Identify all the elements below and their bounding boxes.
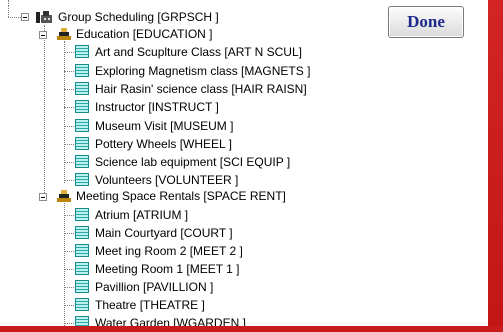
- tree-connector: [64, 233, 74, 234]
- tree-group-space-rentals[interactable]: Meeting Space Rentals [SPACE RENT]: [76, 188, 286, 204]
- tree-item[interactable]: Pottery Wheels [WHEEL ]: [95, 136, 232, 152]
- tree-item-label: Museum Visit [MUSEUM ]: [95, 119, 234, 133]
- tree-item[interactable]: Theatre [THEATRE ]: [95, 297, 205, 313]
- tree-item[interactable]: Museum Visit [MUSEUM ]: [95, 118, 233, 134]
- resource-icon: [75, 208, 89, 221]
- tree-item[interactable]: Pavillion [PAVILLION ]: [95, 279, 213, 295]
- tree-item[interactable]: Instructor [INSTRUCT ]: [95, 99, 219, 115]
- scheduling-tree-window: Group Scheduling [GRPSCH ] Education [ED…: [0, 0, 503, 332]
- root-collapse-toggle[interactable]: [21, 13, 29, 21]
- tree-connector: [64, 269, 74, 270]
- resource-icon: [75, 262, 89, 275]
- tree-connector: [64, 126, 74, 127]
- tree-item-label: Instructor [INSTRUCT ]: [95, 100, 219, 114]
- tree-item-label: Meet ing Room 2 [MEET 2 ]: [95, 244, 243, 258]
- resource-icon: [75, 137, 89, 150]
- tree-item-label: Pavillion [PAVILLION ]: [95, 280, 214, 294]
- resource-icon: [75, 119, 89, 132]
- tree-item-label: Theatre [THEATRE ]: [95, 298, 205, 312]
- tree-group-education[interactable]: Education [EDUCATION ]: [76, 26, 213, 42]
- tree-connector: [64, 52, 74, 53]
- window-right-border: [488, 0, 503, 332]
- tree-item[interactable]: Exploring Magnetism class [MAGNETS ]: [95, 63, 310, 79]
- tree-connector: [64, 89, 74, 90]
- tree-item-label: Hair Rasin' science class [HAIR RAISN]: [95, 82, 307, 96]
- resource-tree-pane[interactable]: Group Scheduling [GRPSCH ] Education [ED…: [0, 0, 489, 332]
- tree-connector: [64, 71, 74, 72]
- resource-icon: [75, 280, 89, 293]
- tree-item-label: Main Courtyard [COURT ]: [95, 226, 233, 240]
- resource-icon: [75, 100, 89, 113]
- space-rentals-folder-icon: [57, 190, 71, 202]
- tree-root-label: Group Scheduling [GRPSCH ]: [58, 10, 219, 24]
- group-label-education: Education [EDUCATION ]: [76, 27, 213, 41]
- done-button[interactable]: Done: [388, 6, 464, 38]
- tree-item-label: Meeting Room 1 [MEET 1 ]: [95, 262, 240, 276]
- tree-connector: [8, 6, 9, 17]
- tree-item[interactable]: Art and Scuplture Class [ART N SCUL]: [95, 44, 302, 60]
- tree-connector: [64, 162, 74, 163]
- resource-icon: [75, 226, 89, 239]
- tree-connector: [44, 25, 45, 197]
- education-folder-icon: [57, 28, 71, 40]
- tree-connector: [64, 215, 74, 216]
- window-bottom-border: [0, 326, 503, 332]
- resource-icon: [75, 82, 89, 95]
- tree-item[interactable]: Meeting Room 1 [MEET 1 ]: [95, 261, 240, 277]
- tree-connector: [64, 305, 74, 306]
- tree-connector: [64, 323, 74, 324]
- tree-item[interactable]: Science lab equipment [SCI EQUIP ]: [95, 154, 290, 170]
- tree-item[interactable]: Hair Rasin' science class [HAIR RAISN]: [95, 81, 307, 97]
- resource-icon: [75, 64, 89, 77]
- tree-connector: [64, 251, 74, 252]
- tree-item[interactable]: Atrium [ATRIUM ]: [95, 207, 188, 223]
- tree-connector: [64, 203, 65, 332]
- resource-icon: [75, 173, 89, 186]
- space-rentals-collapse-toggle[interactable]: [39, 193, 47, 201]
- tree-connector: [8, 17, 21, 18]
- root-schedule-icon: [36, 11, 52, 23]
- resource-icon: [75, 244, 89, 257]
- tree-connector: [64, 287, 74, 288]
- tree-connector: [64, 180, 74, 181]
- tree-root-item[interactable]: Group Scheduling [GRPSCH ]: [58, 9, 219, 25]
- tree-item-label: Art and Scuplture Class [ART N SCUL]: [95, 45, 302, 59]
- tree-item-label: Volunteers [VOLUNTEER ]: [95, 173, 239, 187]
- tree-item-label: Atrium [ATRIUM ]: [95, 208, 189, 222]
- tree-item[interactable]: Main Courtyard [COURT ]: [95, 225, 233, 241]
- tree-item-label: Exploring Magnetism class [MAGNETS ]: [95, 64, 311, 78]
- tree-item-label: Pottery Wheels [WHEEL ]: [95, 137, 232, 151]
- group-label-space-rentals: Meeting Space Rentals [SPACE RENT]: [76, 189, 286, 203]
- tree-connector: [64, 144, 74, 145]
- resource-icon: [75, 45, 89, 58]
- resource-icon: [75, 155, 89, 168]
- resource-icon: [75, 298, 89, 311]
- tree-item-label: Science lab equipment [SCI EQUIP ]: [95, 155, 291, 169]
- tree-item[interactable]: Volunteers [VOLUNTEER ]: [95, 172, 238, 188]
- education-collapse-toggle[interactable]: [39, 31, 47, 39]
- tree-connector: [64, 107, 74, 108]
- tree-item[interactable]: Meet ing Room 2 [MEET 2 ]: [95, 243, 243, 259]
